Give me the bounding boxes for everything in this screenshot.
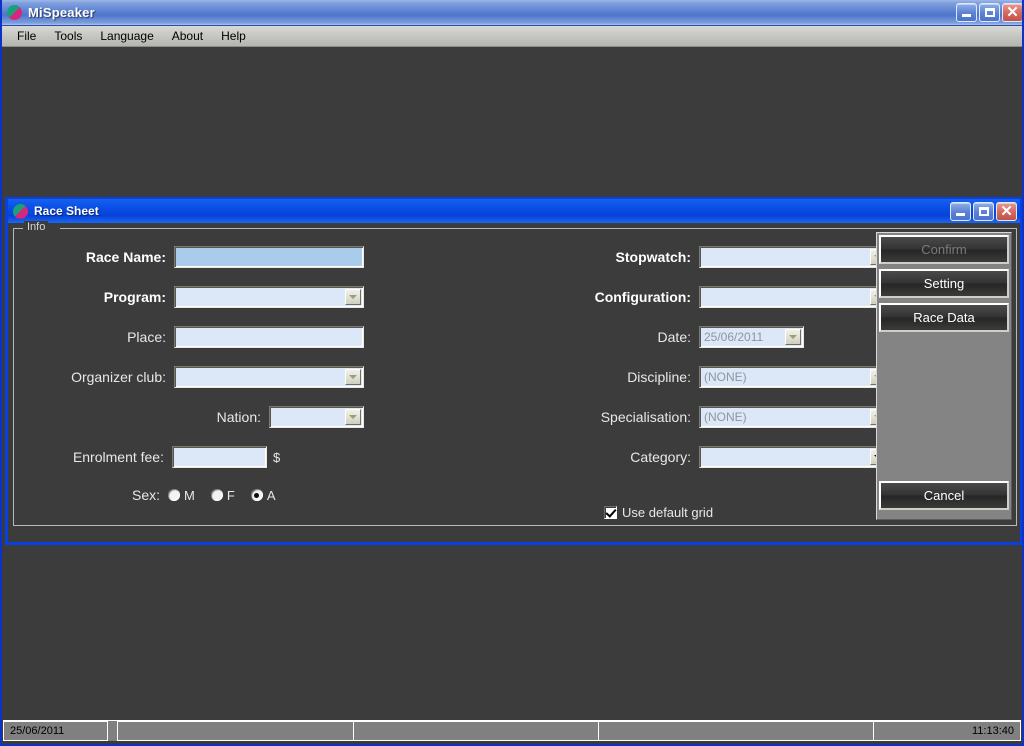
race-sheet-titlebar[interactable]: Race Sheet ✕ [8, 199, 1020, 223]
sex-label: Sex: [132, 487, 161, 503]
category-label: Category: [630, 449, 691, 465]
discipline-combobox[interactable]: (NONE) [699, 366, 889, 388]
date-picker[interactable]: 25/06/2011 [699, 326, 804, 348]
menu-item-file[interactable]: File [8, 27, 45, 46]
dialog-button-panel: Confirm Setting Race Data Cancel [876, 232, 1012, 520]
program-chevron-down-icon[interactable] [345, 289, 361, 305]
field-row-specialisation: Specialisation: (NONE) [499, 405, 889, 429]
field-row-program: Program: [14, 285, 364, 309]
discipline-label: Discipline: [627, 369, 691, 385]
main-menubar: File Tools Language About Help [2, 26, 1022, 47]
enrolment-fee-currency-suffix: $ [273, 449, 281, 465]
enrolment-fee-input[interactable] [172, 446, 267, 468]
stopwatch-label: Stopwatch: [615, 249, 691, 265]
race-sheet-minimize-button[interactable] [950, 202, 971, 221]
field-row-race-name: Race Name: [14, 245, 364, 269]
race-sheet-app-logo-icon [13, 203, 28, 219]
radio-indicator-a [250, 489, 263, 501]
race-name-label: Race Name: [85, 249, 166, 265]
main-close-button[interactable]: ✕ [1002, 3, 1022, 22]
use-default-grid-label: Use default grid [622, 505, 714, 520]
field-row-date: Date: 25/06/2011 [499, 325, 804, 349]
race-sheet-maximize-button[interactable] [973, 202, 994, 221]
configuration-combobox[interactable] [699, 286, 889, 308]
field-row-category: Category: [499, 445, 889, 469]
menu-item-about[interactable]: About [163, 27, 212, 46]
race-name-input[interactable] [174, 246, 364, 268]
sex-radio-a[interactable]: A [250, 488, 275, 503]
menu-item-language[interactable]: Language [91, 27, 162, 46]
field-row-sex: Sex: M F A [14, 483, 314, 507]
setting-button[interactable]: Setting [879, 269, 1009, 298]
race-sheet-dialog: Race Sheet ✕ Info Race Name: Program: Pl… [5, 197, 1022, 545]
statusbar-time: 11:13:40 [874, 721, 1021, 741]
menu-item-help[interactable]: Help [212, 27, 255, 46]
field-row-configuration: Configuration: [499, 285, 889, 309]
race-sheet-close-button[interactable]: ✕ [996, 202, 1017, 221]
category-combobox[interactable] [699, 446, 889, 468]
organizer-club-label: Organizer club: [71, 369, 166, 385]
configuration-label: Configuration: [594, 289, 691, 305]
main-window-title: MiSpeaker [28, 5, 95, 20]
sex-radio-group: M F A [168, 488, 291, 503]
nation-chevron-down-icon[interactable] [345, 409, 361, 425]
stopwatch-combobox[interactable] [699, 246, 889, 268]
info-groupbox: Info Race Name: Program: Place: Organize… [13, 221, 1017, 526]
main-maximize-button[interactable] [979, 3, 1000, 22]
field-row-organizer-club: Organizer club: [14, 365, 364, 389]
statusbar-panel-4 [599, 721, 874, 741]
place-label: Place: [127, 329, 166, 345]
radio-indicator-m [168, 489, 181, 501]
statusbar-panel-2 [117, 721, 354, 741]
main-minimize-button[interactable] [956, 3, 977, 22]
field-row-nation: Nation: [14, 405, 364, 429]
nation-label: Nation: [216, 409, 261, 425]
app-logo-icon [7, 5, 22, 20]
program-combobox[interactable] [174, 286, 364, 308]
race-sheet-title: Race Sheet [34, 204, 99, 218]
organizer-club-chevron-down-icon[interactable] [345, 369, 361, 385]
race-data-button[interactable]: Race Data [879, 303, 1009, 332]
cancel-button[interactable]: Cancel [879, 481, 1009, 510]
field-row-stopwatch: Stopwatch: [499, 245, 889, 269]
nation-combobox[interactable] [269, 406, 364, 428]
info-groupbox-legend: Info [24, 221, 49, 234]
main-application-window: MiSpeaker ✕ File Tools Language About He… [0, 0, 1024, 746]
menu-item-tools[interactable]: Tools [45, 27, 91, 46]
main-window-titlebar[interactable]: MiSpeaker ✕ [2, 0, 1022, 26]
use-default-grid-checkbox[interactable]: Use default grid [604, 505, 713, 520]
race-sheet-window-controls: ✕ [950, 202, 1017, 221]
enrolment-fee-label: Enrolment fee: [72, 449, 164, 465]
program-label: Program: [103, 289, 166, 305]
confirm-button[interactable]: Confirm [879, 235, 1009, 264]
sex-radio-f[interactable]: F [210, 488, 235, 503]
sex-radio-m[interactable]: M [168, 488, 195, 503]
main-window-controls: ✕ [956, 3, 1022, 22]
mdi-empty-area [2, 545, 1022, 735]
specialisation-combobox[interactable]: (NONE) [699, 406, 889, 428]
place-input[interactable] [174, 326, 364, 348]
date-chevron-down-icon[interactable] [785, 329, 801, 345]
field-row-discipline: Discipline: (NONE) [499, 365, 889, 389]
radio-indicator-f [210, 489, 223, 501]
statusbar: 25/06/2011 11:13:40 [3, 720, 1021, 741]
statusbar-panel-3 [354, 721, 599, 741]
field-row-enrolment-fee: Enrolment fee: $ [14, 445, 389, 469]
checkbox-indicator [604, 506, 617, 519]
organizer-club-combobox[interactable] [174, 366, 364, 388]
field-row-place: Place: [14, 325, 364, 349]
date-label: Date: [657, 329, 691, 345]
statusbar-date: 25/06/2011 [3, 721, 108, 741]
specialisation-label: Specialisation: [600, 409, 691, 425]
